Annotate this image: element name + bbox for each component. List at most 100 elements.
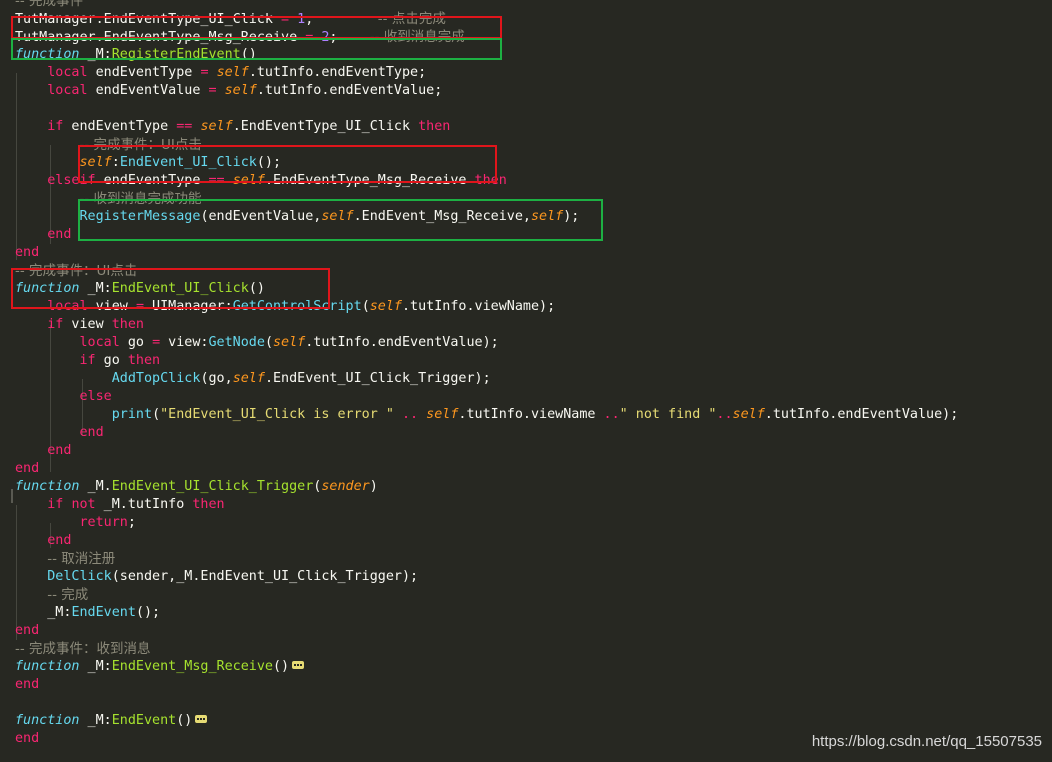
code-line: -- 完成事件：收到消息 <box>15 640 151 658</box>
code-line: local go = view:GetNode(self.tutInfo.end… <box>15 334 499 352</box>
highlight-box-msg-receive-type <box>11 38 502 60</box>
code-line: local endEventValue = self.tutInfo.endEv… <box>15 82 442 100</box>
token-call-name: AddTopClick <box>111 371 201 386</box>
token-call-name: EndEvent <box>71 605 136 620</box>
token-text: .tutInfo.endEventValue); <box>764 407 959 422</box>
token-keyword: then <box>418 119 451 134</box>
token-keyword: end <box>15 623 40 638</box>
token-text: _M: <box>79 713 112 728</box>
code-line: end <box>15 676 39 694</box>
token-keyword: local <box>79 335 120 350</box>
token-self-ref: self <box>232 371 265 386</box>
token-comment: -- 完成事件 <box>15 0 84 9</box>
token-text: go <box>119 335 153 350</box>
token-text: ( <box>264 335 273 350</box>
token-comment: -- 取消注册 <box>47 551 116 567</box>
code-line: return; <box>15 514 136 532</box>
token-keyword: end <box>79 425 104 440</box>
token-keyword: end <box>15 731 40 746</box>
token-operator: .. <box>716 407 733 422</box>
token-text: ( <box>361 299 370 314</box>
highlight-box-register-message <box>78 199 603 241</box>
highlight-box-ui-click-function <box>11 268 330 309</box>
token-keyword: end <box>15 245 40 260</box>
token-text: () <box>273 659 290 674</box>
code-line: end <box>15 460 39 478</box>
code-line: _M:EndEvent(); <box>15 604 160 622</box>
token-text: view: <box>160 335 209 350</box>
token-function-name: EndEvent_UI_Click_Trigger <box>111 479 314 494</box>
fold-ellipsis-icon[interactable] <box>292 661 305 669</box>
code-line: DelClick(sender,_M.EndEvent_UI_Click_Tri… <box>15 568 418 586</box>
token-text: endEventType <box>63 119 177 134</box>
code-line: end <box>15 622 39 640</box>
code-line: local endEventType = self.tutInfo.endEve… <box>15 64 426 82</box>
token-function-name: EndEvent_Msg_Receive <box>111 659 273 674</box>
token-text: (); <box>135 605 161 620</box>
watermark: https://blog.csdn.net/qq_15507535 <box>811 733 1042 750</box>
token-keyword: then <box>111 317 144 332</box>
code-line: end <box>15 730 39 748</box>
token-function-keyword: function <box>15 659 80 674</box>
code-editor[interactable]: -- 完成事件 TutManager.EndEventType_UI_Click … <box>0 0 1052 762</box>
token-keyword: end <box>47 533 72 548</box>
code-line: -- 完成事件 <box>15 0 83 10</box>
token-operator: .. <box>401 407 419 422</box>
code-line: -- 完成 <box>15 586 88 604</box>
code-line: end <box>15 424 104 442</box>
code-line: function _M:EndEvent() <box>15 712 208 730</box>
code-line: end <box>15 532 71 550</box>
fold-ellipsis-icon[interactable] <box>195 715 208 723</box>
token-text: .tutInfo.viewName <box>458 407 604 422</box>
token-text: ( <box>152 407 161 422</box>
token-keyword: if <box>47 119 64 134</box>
token-keyword: end <box>15 677 40 692</box>
token-text: .tutInfo.viewName); <box>402 299 556 314</box>
token-keyword: local <box>47 83 88 98</box>
code-line: if not _M.tutInfo then <box>15 496 224 514</box>
token-self-ref: self <box>200 119 233 134</box>
token-text: go <box>95 353 128 368</box>
token-text: .EndEventType_UI_Click <box>232 119 419 134</box>
token-call-name: print <box>111 407 153 422</box>
token-text: ; <box>127 515 136 530</box>
token-keyword: end <box>47 443 72 458</box>
code-line: AddTopClick(go,self.EndEvent_UI_Click_Tr… <box>15 370 491 388</box>
token-self-ref: self <box>732 407 765 422</box>
code-line: end <box>15 442 71 460</box>
token-text: _M: <box>15 605 72 620</box>
code-line: end <box>15 226 71 244</box>
fold-marker[interactable] <box>11 489 13 503</box>
token-text: ) <box>369 479 378 494</box>
token-text: .tutInfo.endEventValue; <box>256 83 443 98</box>
token-self-ref: self <box>426 407 459 422</box>
token-text: .tutInfo.endEventValue); <box>305 335 499 350</box>
token-string: " not find " <box>619 407 717 422</box>
token-self-ref: self <box>216 65 249 80</box>
token-comment: -- 完成事件：收到消息 <box>15 641 151 657</box>
code-line: -- 取消注册 <box>15 550 115 568</box>
token-self-ref: self <box>273 335 306 350</box>
token-function-keyword: function <box>15 479 80 494</box>
token-text: _M.tutInfo <box>95 497 193 512</box>
code-line: else <box>15 388 112 406</box>
token-text: (sender,_M.EndEvent_UI_Click_Trigger); <box>111 569 419 584</box>
code-line: print("EndEvent_UI_Click is error " .. s… <box>15 406 959 424</box>
